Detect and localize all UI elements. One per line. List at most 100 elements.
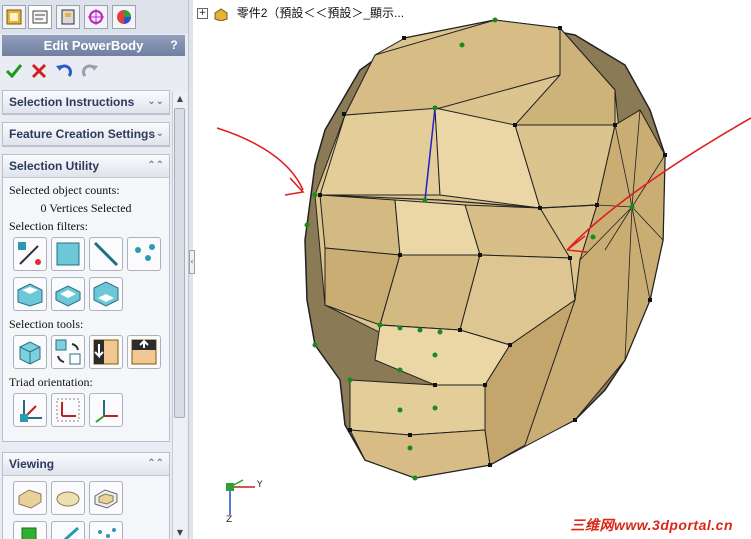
tab-dimxpert[interactable] <box>84 5 108 29</box>
triad-global-button[interactable] <box>13 393 47 427</box>
lower-lip <box>349 379 486 436</box>
chin <box>349 429 491 479</box>
shrink-selection-icon <box>131 339 157 365</box>
invert-selection-button[interactable] <box>51 335 85 369</box>
group-selection-instructions: Selection Instructions ⌄⌄ <box>2 90 170 115</box>
axis-y-label: Y <box>257 480 263 490</box>
select-all-button[interactable] <box>13 335 47 369</box>
cage-box-icon <box>94 489 118 509</box>
smooth-shape-icon <box>56 491 80 507</box>
tab-display-manager[interactable] <box>112 5 136 29</box>
invert-selection-icon <box>55 339 81 365</box>
triad-global-icon <box>20 400 42 422</box>
selection-tools-label: Selection tools: <box>9 317 84 331</box>
panel-title: Edit PowerBody <box>43 38 144 53</box>
expand-chevron-icon: ⌄⌄ <box>147 96 164 107</box>
grow-selection-button[interactable] <box>89 335 123 369</box>
view-cage-button[interactable] <box>89 481 123 515</box>
triad-view-icon <box>95 400 118 423</box>
view-option-c-button[interactable] <box>89 521 123 539</box>
annotation-arrow-left <box>216 127 305 196</box>
triad-orientation-label: Triad orientation: <box>9 375 93 389</box>
eye-left <box>319 194 401 256</box>
ok-button[interactable] <box>4 61 24 81</box>
watermark-text: 三维网www.3dportal.cn <box>570 517 733 533</box>
triad-local-icon <box>56 398 80 422</box>
scroll-down-icon[interactable]: ▼ <box>175 528 185 537</box>
group-title: Selection Instructions <box>9 95 135 109</box>
group-title: Viewing <box>9 457 55 471</box>
group-header-selection-utility[interactable]: Selection Utility ⌃⌃ <box>3 155 169 178</box>
configuration-manager-icon <box>61 9 75 25</box>
dimxpert-icon <box>88 9 104 25</box>
group-selection-utility: Selection Utility ⌃⌃ Selected object cou… <box>2 154 170 442</box>
x-icon <box>31 63 47 79</box>
feature-manager-icon <box>6 9 22 25</box>
display-manager-icon <box>117 10 131 24</box>
face-filter-icon <box>56 242 80 266</box>
filter-body-top-button[interactable] <box>13 277 47 311</box>
triad-view-button[interactable] <box>89 393 123 427</box>
tab-feature-manager[interactable] <box>2 5 26 29</box>
view-smooth-button[interactable] <box>51 481 85 515</box>
selection-counts-value: 0 Vertices Selected <box>40 201 132 215</box>
filter-body-bottom-button[interactable] <box>89 277 123 311</box>
filter-vertex-button[interactable] <box>127 237 161 271</box>
view-option-a-button[interactable] <box>13 521 47 539</box>
view-option-b-button[interactable] <box>51 521 85 539</box>
group-title: Selection Utility <box>9 159 100 173</box>
view-box-button[interactable] <box>13 481 47 515</box>
group-viewing: Viewing ⌃⌃ <box>2 452 170 539</box>
property-manager-icon <box>32 10 48 24</box>
collapse-chevron-icon: ⌃⌃ <box>147 458 164 469</box>
vertex-filter-icon <box>135 244 155 261</box>
redo-icon <box>82 64 98 77</box>
filter-body-mid-button[interactable] <box>51 277 85 311</box>
selection-filters-label: Selection filters: <box>9 219 88 233</box>
body-top-icon <box>17 283 43 307</box>
selection-counts-label: Selected object counts: <box>9 183 120 197</box>
help-button[interactable]: ? <box>167 38 181 52</box>
graphics-viewport[interactable]: + 零件2（預設＜＜預設＞_顯示... Y Z 三维网www.3dportal.… <box>195 0 751 539</box>
property-manager-panel: Edit PowerBody ? Selection Instructions … <box>0 0 189 539</box>
diagonal-edge-icon <box>63 526 80 539</box>
grow-selection-icon <box>93 339 119 365</box>
group-feature-creation-settings: Feature Creation Settings ⌄⌄ <box>2 122 170 147</box>
filter-edge-button[interactable] <box>89 237 123 271</box>
group-header-selection-instructions[interactable]: Selection Instructions ⌄⌄ <box>3 91 169 114</box>
panel-title-bar: Edit PowerBody ? <box>2 35 185 56</box>
panel-scrollbar[interactable]: ▲ ▼ <box>172 92 187 539</box>
axis-z-label: Z <box>226 515 233 525</box>
redo-button[interactable] <box>80 61 100 81</box>
body-middle-icon <box>55 285 81 307</box>
panel-scroll-area: Selection Instructions ⌄⌄ Feature Creati… <box>2 90 170 539</box>
panel-actions <box>2 58 185 84</box>
shaded-box-icon <box>18 489 42 509</box>
check-icon <box>5 64 23 79</box>
group-header-feature-creation[interactable]: Feature Creation Settings ⌄⌄ <box>3 123 169 146</box>
shrink-selection-button[interactable] <box>127 335 161 369</box>
cancel-button[interactable] <box>29 61 49 81</box>
scroll-up-icon[interactable]: ▲ <box>175 94 185 103</box>
undo-icon <box>56 64 72 77</box>
cube-select-icon <box>19 341 41 365</box>
group-title: Feature Creation Settings <box>9 127 156 141</box>
green-square-icon <box>21 527 37 539</box>
head-mesh-model[interactable] <box>195 0 751 539</box>
tab-property-manager[interactable] <box>28 5 52 29</box>
manager-tabstrip <box>0 0 188 34</box>
triad-local-button[interactable] <box>51 393 85 427</box>
orientation-triad <box>226 479 255 515</box>
filter-vertex-edge-button[interactable] <box>13 237 47 271</box>
vertex-edge-filter-icon <box>18 242 41 265</box>
points-icon <box>98 528 116 538</box>
body-bottom-icon <box>93 281 119 307</box>
undo-button[interactable] <box>54 61 74 81</box>
filter-face-button[interactable] <box>51 237 85 271</box>
collapse-chevron-icon: ⌃⌃ <box>147 160 164 171</box>
edge-filter-icon <box>93 241 119 267</box>
tab-configuration-manager[interactable] <box>56 5 80 29</box>
group-header-viewing[interactable]: Viewing ⌃⌃ <box>3 453 169 476</box>
expand-chevron-icon: ⌄⌄ <box>147 128 164 139</box>
scrollbar-thumb[interactable] <box>174 108 185 418</box>
